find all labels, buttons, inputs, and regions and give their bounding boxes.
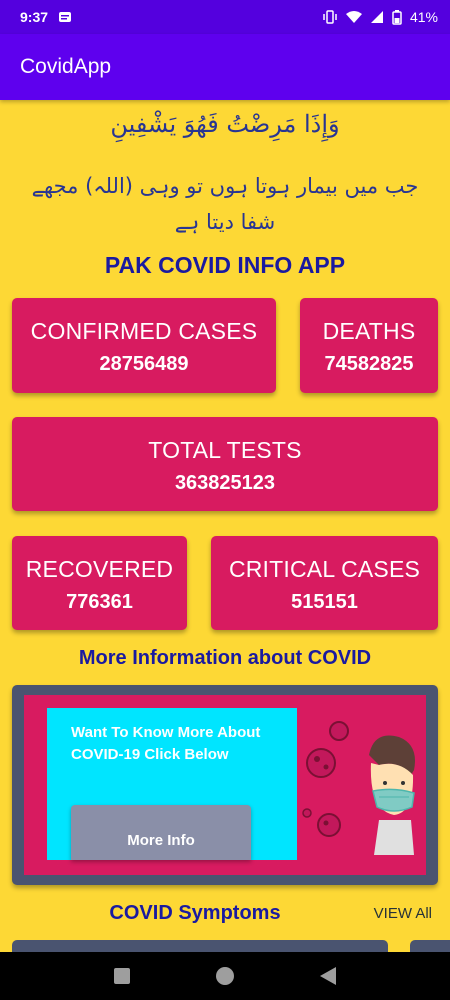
symptoms-header: COVID Symptoms VIEW All [0, 900, 450, 930]
battery-level: 41% [409, 9, 438, 25]
deaths-value: 74582825 [324, 353, 414, 375]
signal-icon [370, 11, 383, 23]
recovered-card[interactable]: RECOVERED 776361 [12, 536, 187, 630]
symptom-card[interactable] [12, 940, 388, 952]
deaths-card[interactable]: DEATHS 74582825 [300, 298, 438, 393]
deaths-label: DEATHS [322, 318, 416, 344]
status-time: 9:37 [20, 9, 49, 25]
recovered-label: RECOVERED [25, 556, 174, 582]
recovered-value: 776361 [66, 591, 133, 613]
notification-icon [59, 12, 72, 22]
nav-back-icon [320, 967, 337, 985]
total-tests-card[interactable]: TOTAL TESTS 363825123 [12, 417, 438, 511]
total-tests-value: 363825123 [174, 472, 276, 494]
nav-home-icon [215, 967, 234, 985]
wifi-icon [345, 11, 362, 23]
nav-home-button[interactable] [210, 961, 240, 991]
app-heading: PAK COVID INFO APP [104, 252, 346, 278]
view-all-link[interactable]: VIEW All [374, 905, 432, 922]
app-title: CovidApp [20, 55, 112, 78]
more-info-button[interactable]: More Info [71, 805, 251, 860]
more-info-title: More Information about COVID [78, 647, 372, 669]
banner-text-box: Want To Know More About COVID-19 Click B… [47, 708, 297, 860]
nav-back-button[interactable] [313, 961, 343, 991]
more-info-banner: Want To Know More About COVID-19 Click B… [12, 685, 438, 885]
app-bar: CovidApp [0, 34, 450, 100]
banner-text: Want To Know More About COVID-19 Click B… [71, 724, 261, 763]
total-tests-label: TOTAL TESTS [148, 437, 302, 463]
urdu-translation: جب میں بیمار ہوتا ہوں تو وہی (اللہ) مجھے… [31, 174, 419, 234]
symptom-card[interactable] [410, 940, 450, 952]
quran-verse: وَإِذَا مَرِضْتُ فَهُوَ يَشْفِينِ [110, 110, 340, 138]
nav-recents-button[interactable] [107, 961, 137, 991]
vibrate-icon [323, 10, 337, 24]
nav-recents-icon [113, 968, 130, 984]
critical-cases-value: 515151 [291, 591, 358, 613]
critical-cases-label: CRITICAL CASES [228, 556, 421, 582]
banner-inner: Want To Know More About COVID-19 Click B… [24, 695, 426, 875]
masked-person-illustration-icon [302, 721, 415, 855]
critical-cases-card[interactable]: CRITICAL CASES 515151 [211, 536, 438, 630]
battery-icon [392, 9, 402, 25]
confirmed-cases-card[interactable]: CONFIRMED CASES 28756489 [12, 298, 276, 393]
confirmed-cases-label: CONFIRMED CASES [30, 318, 258, 344]
confirmed-cases-value: 28756489 [99, 353, 189, 375]
symptoms-title: COVID Symptoms [109, 902, 281, 924]
status-bar: 9:37 41% [0, 0, 450, 34]
navigation-bar [0, 952, 450, 1000]
